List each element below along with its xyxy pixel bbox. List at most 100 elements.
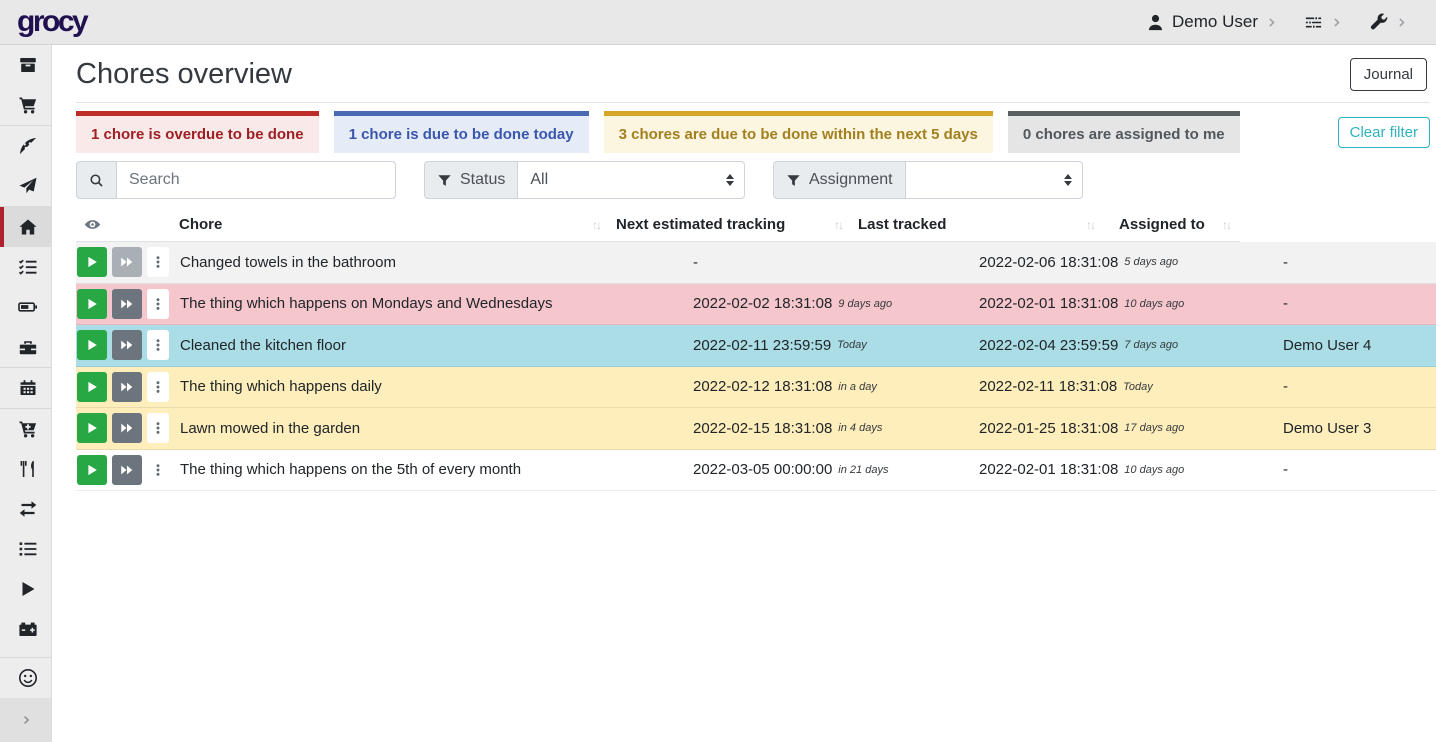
fast-forward-icon: [119, 254, 135, 270]
sidebar-item-inventory[interactable]: [0, 529, 51, 569]
status-cards-row: 1 chore is overdue to be done 1 chore is…: [76, 111, 1430, 153]
next-tracking-time: 2022-02-12 18:31:08: [693, 378, 832, 395]
fast-forward-icon: [119, 462, 135, 478]
filter-card-label: 1 chore is overdue to be done: [91, 126, 304, 143]
track-chore-button[interactable]: [77, 413, 107, 443]
sidebar-item-user-menu[interactable]: [0, 658, 51, 698]
box-icon: [18, 55, 38, 75]
chore-options-menu-button[interactable]: [147, 372, 169, 402]
tasks-icon: [18, 257, 38, 277]
last-tracked-time: 2022-02-01 18:31:08: [979, 461, 1118, 478]
filter-card-label: 0 chores are assigned to me: [1023, 126, 1225, 143]
user-icon: [1146, 13, 1165, 32]
select-arrows-icon: [726, 174, 734, 186]
fast-forward-icon: [119, 337, 135, 353]
filter-card-overdue[interactable]: 1 chore is overdue to be done: [76, 111, 319, 153]
sidebar-item-calendar[interactable]: [0, 368, 51, 408]
sidebar-item-chore-tracking[interactable]: [0, 569, 51, 609]
track-chore-button[interactable]: [77, 455, 107, 485]
skip-chore-button[interactable]: [112, 455, 142, 485]
settings-menu[interactable]: [1304, 13, 1343, 32]
last-tracked-ago: 10 days ago: [1124, 464, 1184, 476]
skip-chore-button[interactable]: [112, 289, 142, 319]
filter-card-due-soon[interactable]: 3 chores are due to be done within the n…: [604, 111, 993, 153]
search-input[interactable]: [116, 161, 396, 199]
journal-button[interactable]: Journal: [1350, 58, 1427, 91]
sidebar-item-stock-overview[interactable]: [0, 45, 51, 85]
sidebar-item-consume[interactable]: [0, 449, 51, 489]
column-header-last-tracked[interactable]: Last tracked ↑↓: [852, 208, 1104, 242]
status-filter-select[interactable]: All: [517, 161, 745, 199]
chore-options-menu-button[interactable]: [147, 289, 169, 319]
column-header-chore[interactable]: Chore ↑↓: [179, 208, 610, 242]
sidebar-item-battery-tracking[interactable]: [0, 609, 51, 649]
column-header-next-tracking[interactable]: Next estimated tracking ↑↓: [610, 208, 852, 242]
assigned-to: Demo User 4: [1283, 325, 1436, 366]
track-chore-button[interactable]: [77, 289, 107, 319]
sidebar-item-recipes[interactable]: [0, 126, 51, 166]
next-tracking-time: -: [693, 254, 698, 271]
play-icon: [18, 579, 38, 599]
play-icon: [84, 296, 100, 312]
sidebar-item-chores-overview[interactable]: [0, 207, 51, 247]
track-chore-button[interactable]: [77, 247, 107, 277]
sidebar: [0, 45, 52, 742]
filter-funnel-icon: [437, 173, 452, 188]
last-tracked-time: 2022-02-01 18:31:08: [979, 295, 1118, 312]
sidebar-item-meal-plan[interactable]: [0, 166, 51, 206]
assignment-filter-select[interactable]: [905, 161, 1083, 199]
admin-menu[interactable]: [1369, 13, 1408, 32]
home-icon: [18, 217, 38, 237]
utensils-icon: [18, 459, 38, 479]
battery-icon: [18, 297, 38, 317]
sidebar-item-purchase[interactable]: [0, 409, 51, 449]
filter-card-assigned-to-me[interactable]: 0 chores are assigned to me: [1008, 111, 1240, 153]
status-filter-label: Status: [424, 161, 517, 199]
user-menu-label: Demo User: [1172, 12, 1258, 32]
last-tracked-ago: Today: [1123, 381, 1153, 393]
pizza-slice-icon: [18, 136, 38, 156]
table-row: Changed towels in the bathroom - 2022-02…: [76, 242, 1436, 284]
filter-card-label: 3 chores are due to be done within the n…: [619, 126, 978, 143]
skip-chore-button[interactable]: [112, 372, 142, 402]
chore-options-menu-button[interactable]: [147, 330, 169, 360]
track-chore-button[interactable]: [77, 372, 107, 402]
play-icon: [84, 420, 100, 436]
table-row: Lawn mowed in the garden 2022-02-15 18:3…: [76, 408, 1436, 450]
column-header-assigned-to[interactable]: Assigned to ↑↓: [1104, 208, 1240, 242]
grocy-logo[interactable]: grocy: [17, 5, 86, 39]
next-tracking-ago: in 21 days: [838, 464, 888, 476]
table-row: Cleaned the kitchen floor 2022-02-11 23:…: [76, 325, 1436, 367]
chores-table: Chore ↑↓ Next estimated tracking ↑↓ Last…: [76, 208, 1436, 491]
skip-chore-button[interactable]: [112, 413, 142, 443]
main-content: Chores overview Journal 1 chore is overd…: [52, 45, 1436, 742]
select-arrows-icon: [1064, 174, 1072, 186]
skip-chore-button[interactable]: [112, 330, 142, 360]
sidebar-item-shopping-list[interactable]: [0, 85, 51, 125]
ellipsis-vertical-icon: [150, 379, 166, 395]
sidebar-item-equipment[interactable]: [0, 327, 51, 367]
sidebar-item-batteries-overview[interactable]: [0, 287, 51, 327]
chevron-right-icon: [1265, 16, 1278, 29]
chore-name: Changed towels in the bathroom: [179, 242, 693, 283]
user-menu[interactable]: Demo User: [1146, 12, 1278, 32]
sidebar-item-transfer[interactable]: [0, 489, 51, 529]
track-chore-button[interactable]: [77, 330, 107, 360]
chore-options-menu-button[interactable]: [147, 413, 169, 443]
sort-arrows-icon: ↑↓: [592, 218, 600, 232]
sliders-icon: [1304, 13, 1323, 32]
filter-card-due-today[interactable]: 1 chore is due to be done today: [334, 111, 589, 153]
last-tracked-ago: 10 days ago: [1124, 298, 1184, 310]
sidebar-collapse-button[interactable]: [0, 698, 51, 742]
chore-options-menu-button[interactable]: [147, 247, 169, 277]
eye-icon: [84, 216, 101, 233]
clear-filter-button[interactable]: Clear filter: [1338, 117, 1430, 148]
assignment-filter-label: Assignment: [773, 161, 905, 199]
chore-name: Cleaned the kitchen floor: [179, 325, 693, 366]
chore-options-menu-button[interactable]: [147, 455, 169, 485]
column-header-spacer: [1240, 208, 1436, 242]
sidebar-item-tasks[interactable]: [0, 247, 51, 287]
skip-chore-button[interactable]: [112, 247, 142, 277]
play-icon: [84, 379, 100, 395]
table-header: Chore ↑↓ Next estimated tracking ↑↓ Last…: [76, 208, 1436, 242]
